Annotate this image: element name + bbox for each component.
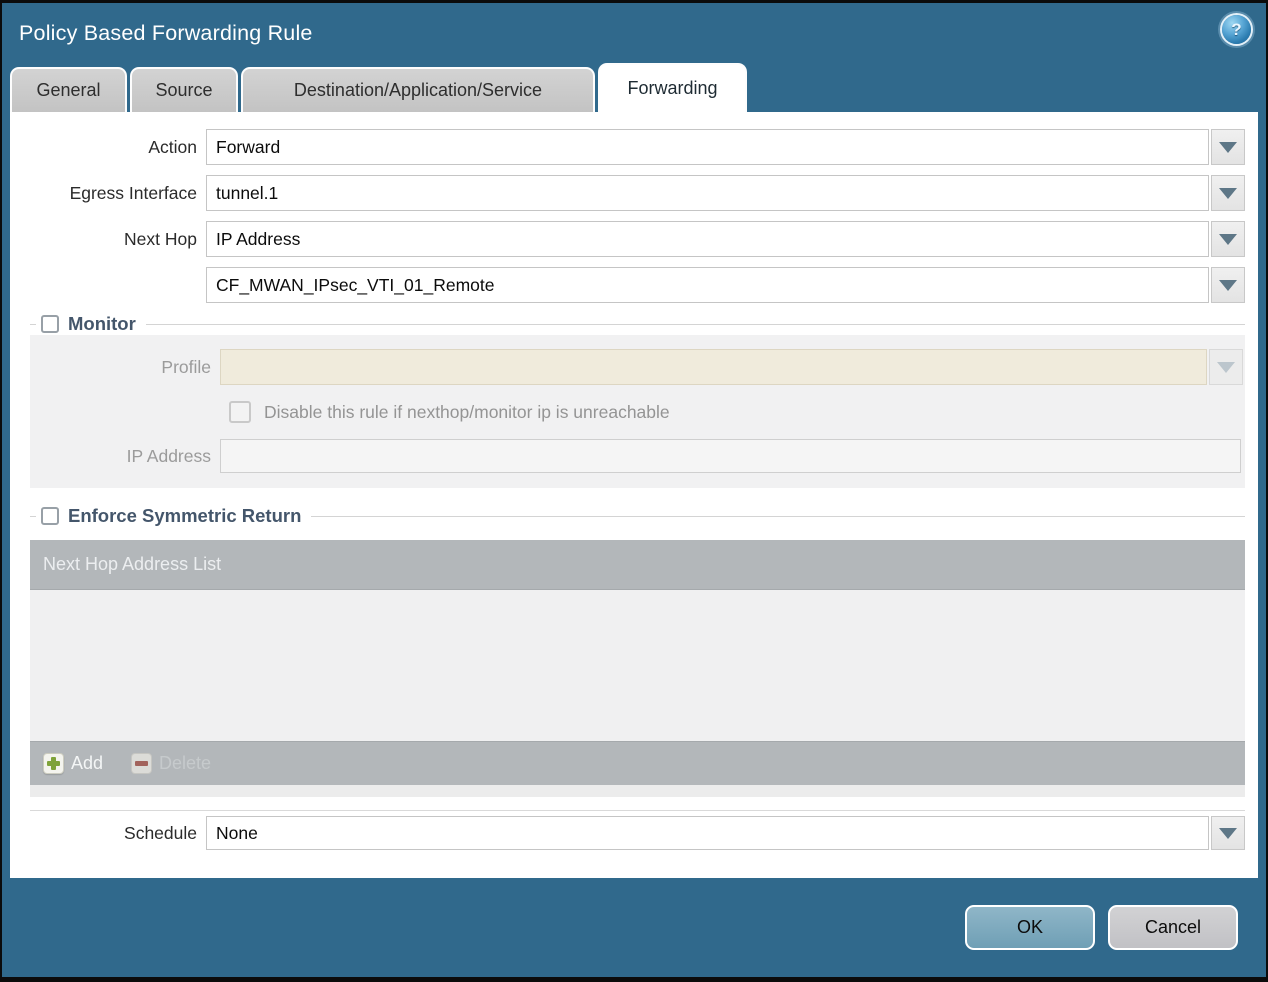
chevron-down-icon	[1219, 141, 1237, 153]
monitor-legend-label: Monitor	[68, 313, 136, 334]
cancel-button[interactable]: Cancel	[1108, 905, 1238, 950]
symmetric-return-checkbox[interactable]	[41, 507, 59, 525]
disable-rule-row: Disable this rule if nexthop/monitor ip …	[229, 397, 1243, 427]
symmetric-return-legend-label: Enforce Symmetric Return	[68, 505, 302, 526]
action-label: Action	[148, 136, 197, 157]
next-hop-address-list-header[interactable]: Next Hop Address List	[30, 540, 1245, 590]
add-button[interactable]: Add	[43, 753, 103, 774]
help-icon[interactable]: ?	[1222, 15, 1251, 44]
egress-interface-input[interactable]: tunnel.1	[206, 175, 1209, 211]
chevron-down-icon	[1219, 187, 1237, 199]
monitor-checkbox[interactable]	[41, 315, 59, 333]
delete-button[interactable]: Delete	[131, 753, 211, 774]
disable-rule-label: Disable this rule if nexthop/monitor ip …	[264, 401, 670, 422]
chevron-down-icon	[1219, 279, 1237, 291]
chevron-down-icon	[1217, 361, 1235, 373]
next-hop-type-input[interactable]: IP Address	[206, 221, 1209, 257]
minus-icon	[131, 753, 153, 774]
next-hop-address-list-table: Next Hop Address List Add Delete	[30, 540, 1245, 797]
forwarding-tab-panel: Action Forward Egress Interface tunnel.1…	[10, 112, 1258, 878]
delete-button-label: Delete	[159, 753, 212, 773]
ok-button[interactable]: OK	[965, 905, 1095, 950]
schedule-dropdown-button[interactable]	[1211, 816, 1245, 850]
footer-bar: OK Cancel	[2, 878, 1266, 977]
action-dropdown-button[interactable]	[1211, 129, 1245, 165]
profile-dropdown-button[interactable]	[1209, 349, 1243, 385]
action-input[interactable]: Forward	[206, 129, 1209, 165]
plus-icon	[43, 753, 64, 774]
profile-input[interactable]	[220, 349, 1207, 385]
schedule-input[interactable]: None	[206, 816, 1209, 850]
profile-label: Profile	[161, 356, 211, 377]
schedule-label: Schedule	[124, 822, 197, 843]
disable-rule-checkbox[interactable]	[229, 401, 251, 423]
next-hop-address-row: CF_MWAN_IPsec_VTI_01_Remote	[10, 267, 1245, 303]
monitor-panel: Profile Disable this rule if nexthop/mon…	[30, 335, 1245, 488]
symmetric-return-section: Enforce Symmetric Return Next Hop Addres…	[30, 505, 1245, 797]
tab-destination-application-service[interactable]: Destination/Application/Service	[241, 67, 595, 112]
chevron-down-icon	[1219, 233, 1237, 245]
monitor-legend: Monitor	[36, 313, 146, 335]
tab-forwarding[interactable]: Forwarding	[598, 63, 747, 112]
tab-bar: General Source Destination/Application/S…	[2, 63, 1266, 112]
tab-source[interactable]: Source	[130, 67, 238, 112]
egress-interface-row: Egress Interface tunnel.1	[10, 175, 1245, 211]
monitor-ip-label: IP Address	[126, 445, 211, 466]
egress-interface-label: Egress Interface	[69, 182, 197, 203]
chevron-down-icon	[1219, 827, 1237, 839]
table-bottom-strip	[30, 785, 1245, 797]
next-hop-address-list-toolbar: Add Delete	[30, 741, 1245, 785]
next-hop-address-dropdown-button[interactable]	[1211, 267, 1245, 303]
next-hop-type-dropdown-button[interactable]	[1211, 221, 1245, 257]
symmetric-return-legend: Enforce Symmetric Return	[36, 505, 311, 527]
action-row: Action Forward	[10, 129, 1245, 165]
monitor-section: Monitor Profile Disable this rule if nex…	[30, 313, 1245, 488]
title-bar: Policy Based Forwarding Rule ?	[2, 3, 1266, 63]
add-button-label: Add	[71, 753, 104, 773]
schedule-row: Schedule None	[10, 816, 1245, 850]
next-hop-address-list-body[interactable]	[30, 590, 1245, 741]
egress-interface-dropdown-button[interactable]	[1211, 175, 1245, 211]
policy-based-forwarding-dialog: Policy Based Forwarding Rule ? General S…	[0, 0, 1268, 982]
next-hop-address-input[interactable]: CF_MWAN_IPsec_VTI_01_Remote	[206, 267, 1209, 303]
monitor-ip-row: IP Address	[38, 439, 1243, 473]
tab-general[interactable]: General	[10, 67, 127, 112]
next-hop-row: Next Hop IP Address	[10, 221, 1245, 257]
monitor-ip-input[interactable]	[220, 439, 1241, 473]
schedule-separator	[30, 810, 1245, 811]
next-hop-label: Next Hop	[124, 228, 197, 249]
profile-row: Profile	[38, 349, 1243, 385]
dialog-title: Policy Based Forwarding Rule	[19, 20, 313, 45]
